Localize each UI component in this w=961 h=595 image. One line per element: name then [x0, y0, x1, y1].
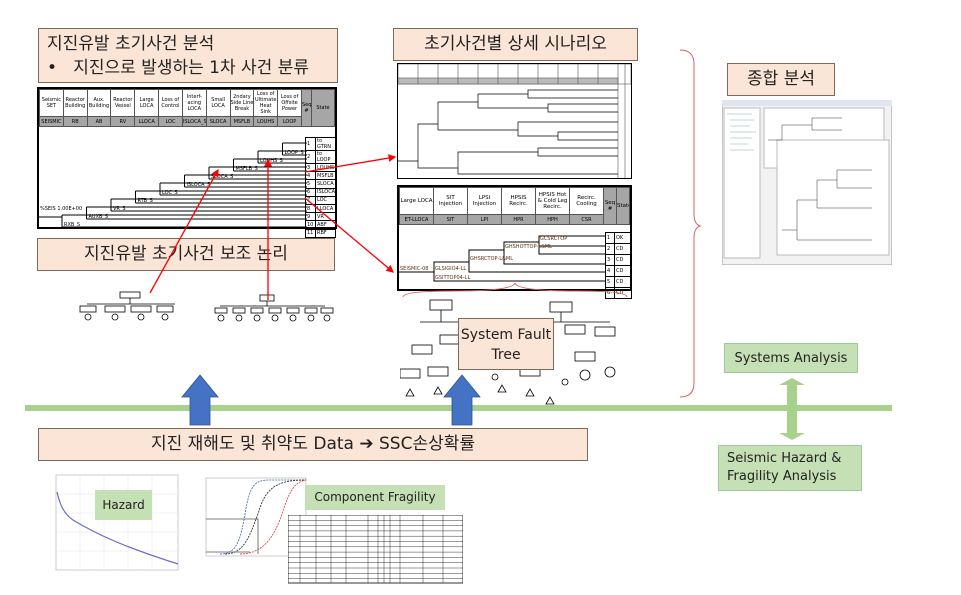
hazard-curve-thumbnail	[55, 474, 179, 571]
integrated-analysis-title: 종합 분석	[727, 63, 835, 96]
data-title: 지진 재해도 및 취약도 Data ➔ SSC손상확률	[38, 428, 588, 461]
blue-up-arrow	[443, 374, 481, 426]
blue-up-arrow	[181, 374, 219, 426]
component-fragility-label: Component Fragility	[305, 485, 445, 510]
arrow-sloca	[149, 168, 219, 294]
arrow-to-lloca	[304, 197, 394, 273]
right-brace	[679, 49, 702, 398]
fragility-table-thumbnail	[288, 515, 463, 584]
arrow-to-scenario	[304, 154, 397, 173]
hazard-fragility-box: Seismic Hazard & Fragility Analysis	[718, 445, 862, 491]
software-screenshot	[722, 100, 892, 265]
scenario-brace	[402, 282, 628, 298]
systems-analysis-box: Systems Analysis	[724, 343, 858, 373]
hazard-label: Hazard	[95, 490, 152, 520]
